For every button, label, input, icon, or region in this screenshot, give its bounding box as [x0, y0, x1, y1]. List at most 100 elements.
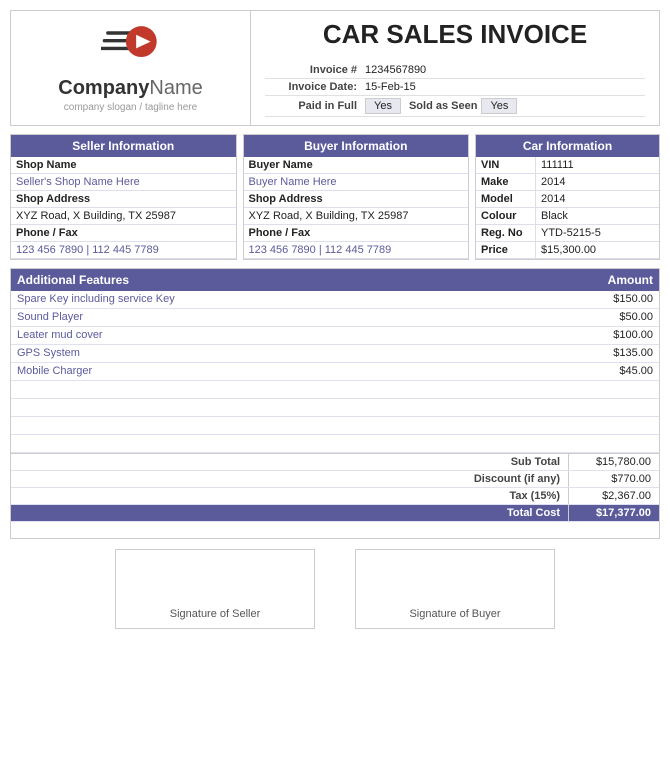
- seller-address-value: XYZ Road, X Building, TX 25987: [16, 210, 231, 222]
- features-header-row: Additional Features Amount: [11, 269, 659, 291]
- paid-row: Paid in Full Yes Sold as Seen Yes: [265, 96, 645, 117]
- car-price-value: $15,300.00: [536, 242, 601, 258]
- features-section: Additional Features Amount Spare Key inc…: [10, 268, 660, 539]
- feature-amount-2: $100.00: [563, 329, 653, 342]
- seller-address-label-row: Shop Address: [11, 191, 236, 208]
- feature-name-3: GPS System: [17, 347, 563, 360]
- feature-row-7: [11, 417, 659, 435]
- buyer-address-label-row: Shop Address: [244, 191, 469, 208]
- buyer-signature-box: Signature of Buyer: [355, 549, 555, 629]
- seller-name-label: Shop Name: [16, 159, 231, 171]
- feature-row-4: Mobile Charger $45.00: [11, 363, 659, 381]
- seller-info-box: Seller Information Shop Name Seller's Sh…: [10, 134, 237, 260]
- seller-address-value-row: XYZ Road, X Building, TX 25987: [11, 208, 236, 225]
- car-vin-row: VIN 111111: [476, 157, 659, 174]
- discount-label: Discount (if any): [409, 471, 569, 487]
- invoice-date-value: 15-Feb-15: [365, 81, 645, 93]
- buyer-name-value-row: Buyer Name Here: [244, 174, 469, 191]
- features-col-header-amount: Amount: [563, 273, 653, 287]
- seller-name-value-row: Seller's Shop Name Here: [11, 174, 236, 191]
- subtotal-label: Sub Total: [409, 454, 569, 470]
- car-header: Car Information: [476, 135, 659, 157]
- seller-phone-value-row: 123 456 7890 | 112 445 7789: [11, 242, 236, 259]
- buyer-info-box: Buyer Information Buyer Name Buyer Name …: [243, 134, 470, 260]
- invoice-number-value: 1234567890: [365, 64, 645, 76]
- tax-label: Tax (15%): [409, 488, 569, 504]
- seller-name-value: Seller's Shop Name Here: [16, 176, 231, 188]
- info-sections: Seller Information Shop Name Seller's Sh…: [10, 134, 660, 260]
- feature-amount-6: [563, 401, 653, 414]
- feature-name-6: [17, 401, 563, 414]
- invoice-fields: Invoice # 1234567890 Invoice Date: 15-Fe…: [265, 62, 645, 117]
- seller-phone-label: Phone / Fax: [16, 227, 231, 239]
- feature-amount-0: $150.00: [563, 293, 653, 306]
- invoice-info-section: CAR SALES INVOICE Invoice # 1234567890 I…: [251, 11, 659, 125]
- tax-row: Tax (15%) $2,367.00: [11, 488, 659, 505]
- logo-section: CompanyName company slogan / tagline her…: [11, 11, 251, 125]
- car-price-label: Price: [476, 242, 536, 258]
- buyer-signature-label: Signature of Buyer: [409, 608, 500, 620]
- company-logo-icon: [101, 23, 161, 73]
- total-cost-label: Total Cost: [409, 505, 569, 521]
- car-regno-row: Reg. No YTD-5215-5: [476, 225, 659, 242]
- car-regno-label: Reg. No: [476, 225, 536, 241]
- features-col-header-feature: Additional Features: [17, 273, 563, 287]
- buyer-name-label: Buyer Name: [249, 159, 464, 171]
- feature-name-7: [17, 419, 563, 432]
- car-price-row: Price $15,300.00: [476, 242, 659, 259]
- total-cost-value: $17,377.00: [569, 505, 659, 521]
- signatures-section: Signature of Seller Signature of Buyer: [10, 549, 660, 629]
- invoice-date-row: Invoice Date: 15-Feb-15: [265, 79, 645, 96]
- company-name: CompanyName: [58, 77, 202, 100]
- car-colour-row: Colour Black: [476, 208, 659, 225]
- subtotal-row: Sub Total $15,780.00: [11, 454, 659, 471]
- feature-row-8: [11, 435, 659, 453]
- feature-name-4: Mobile Charger: [17, 365, 563, 378]
- car-make-value: 2014: [536, 174, 570, 190]
- feature-amount-8: [563, 437, 653, 450]
- invoice-date-label: Invoice Date:: [265, 81, 365, 93]
- total-cost-row: Total Cost $17,377.00: [11, 505, 659, 522]
- feature-amount-1: $50.00: [563, 311, 653, 324]
- feature-row-0: Spare Key including service Key $150.00: [11, 291, 659, 309]
- car-vin-value: 111111: [536, 157, 579, 173]
- seller-signature-label: Signature of Seller: [170, 608, 261, 620]
- feature-amount-5: [563, 383, 653, 396]
- tax-value: $2,367.00: [569, 488, 659, 504]
- car-regno-value: YTD-5215-5: [536, 225, 606, 241]
- feature-row-6: [11, 399, 659, 417]
- car-make-row: Make 2014: [476, 174, 659, 191]
- invoice-number-row: Invoice # 1234567890: [265, 62, 645, 79]
- buyer-phone-value: 123 456 7890 | 112 445 7789: [249, 244, 464, 256]
- car-colour-value: Black: [536, 208, 573, 224]
- car-colour-label: Colour: [476, 208, 536, 224]
- buyer-address-label: Shop Address: [249, 193, 464, 205]
- feature-name-0: Spare Key including service Key: [17, 293, 563, 306]
- seller-signature-box: Signature of Seller: [115, 549, 315, 629]
- feature-name-1: Sound Player: [17, 311, 563, 324]
- car-info-box: Car Information VIN 111111 Make 2014 Mod…: [475, 134, 660, 260]
- feature-name-8: [17, 437, 563, 450]
- seller-header: Seller Information: [11, 135, 236, 157]
- seller-phone-value: 123 456 7890 | 112 445 7789: [16, 244, 231, 256]
- totals-section: Sub Total $15,780.00 Discount (if any) $…: [11, 453, 659, 522]
- buyer-address-value: XYZ Road, X Building, TX 25987: [249, 210, 464, 222]
- buyer-name-value: Buyer Name Here: [249, 176, 464, 188]
- feature-row-2: Leater mud cover $100.00: [11, 327, 659, 345]
- seller-phone-label-row: Phone / Fax: [11, 225, 236, 242]
- buyer-name-label-row: Buyer Name: [244, 157, 469, 174]
- car-model-label: Model: [476, 191, 536, 207]
- company-tagline: company slogan / tagline here: [64, 102, 197, 113]
- feature-amount-7: [563, 419, 653, 432]
- feature-amount-3: $135.00: [563, 347, 653, 360]
- sold-label: Sold as Seen: [409, 100, 477, 112]
- car-vin-label: VIN: [476, 157, 536, 173]
- buyer-header: Buyer Information: [244, 135, 469, 157]
- feature-amount-4: $45.00: [563, 365, 653, 378]
- discount-value: $770.00: [569, 471, 659, 487]
- sold-value: Yes: [481, 98, 517, 114]
- discount-row: Discount (if any) $770.00: [11, 471, 659, 488]
- buyer-address-value-row: XYZ Road, X Building, TX 25987: [244, 208, 469, 225]
- paid-label: Paid in Full: [265, 100, 365, 112]
- seller-address-label: Shop Address: [16, 193, 231, 205]
